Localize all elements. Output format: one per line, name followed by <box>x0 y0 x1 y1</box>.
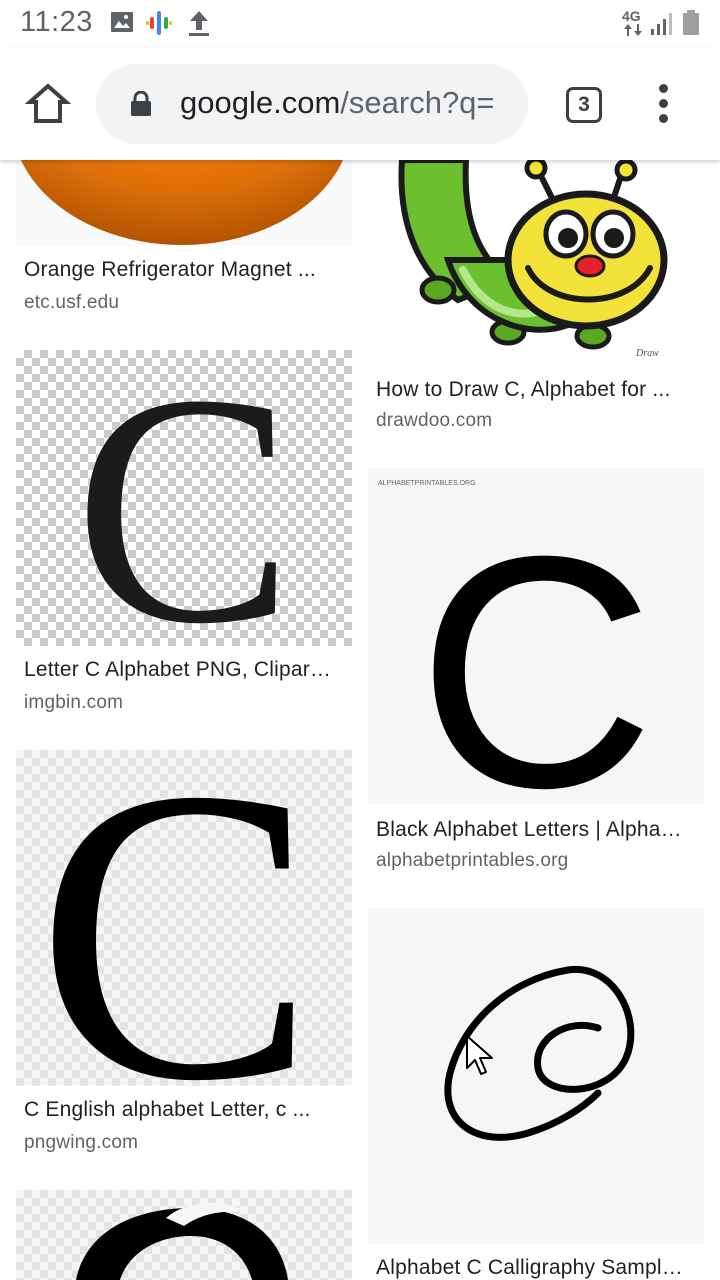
result-source: drawdoo.com <box>376 410 493 431</box>
result-image[interactable] <box>16 160 352 246</box>
tab-switcher-button[interactable]: 3 <box>566 87 602 123</box>
tab-count: 3 <box>578 93 590 116</box>
result-image[interactable]: C <box>16 350 352 646</box>
result-title[interactable]: C English alphabet Letter, c ... <box>24 1098 346 1122</box>
lock-icon <box>131 91 151 116</box>
svg-text:C: C <box>74 350 294 646</box>
image-caption: ALPHABETPRINTABLES.ORG <box>378 480 476 487</box>
signal-icon <box>651 13 672 35</box>
status-time: 11:23 <box>20 6 93 38</box>
mouse-cursor-icon <box>466 1035 493 1075</box>
result-title[interactable]: Orange Refrigerator Magnet ... <box>24 258 346 282</box>
result-source: alphabetprintables.org <box>376 850 569 871</box>
result-title[interactable]: Black Alphabet Letters | Alpha… <box>376 818 698 842</box>
address-bar[interactable]: google.com/search?q= <box>96 64 528 144</box>
image-results-grid: Orange Refrigerator Magnet ... etc.usf.e… <box>0 160 720 1280</box>
podcasts-icon <box>146 11 172 35</box>
network-4g-icon: 4G <box>622 8 641 24</box>
result-title[interactable]: Alphabet C Calligraphy Sampl… <box>376 1256 698 1280</box>
result-image[interactable] <box>368 908 704 1244</box>
svg-text:C: C <box>417 487 655 804</box>
url-host: google.com <box>180 85 341 120</box>
more-vert-icon[interactable] <box>652 84 676 124</box>
result-card[interactable]: ALPHABETPRINTABLES.ORG C Black Alphabet … <box>368 468 704 878</box>
url-path: /search?q= <box>340 85 495 120</box>
result-source: etc.usf.edu <box>24 292 120 313</box>
result-card[interactable]: C C English alphabet Letter, c ... pngwi… <box>16 750 352 1153</box>
upload-icon <box>189 11 209 36</box>
result-card[interactable]: C Letter C Alphabet PNG, Clipar… imgbin.… <box>16 350 352 720</box>
result-title[interactable]: Letter C Alphabet PNG, Clipar… <box>24 658 346 682</box>
result-card[interactable] <box>16 1190 352 1280</box>
result-card[interactable]: Alphabet C Calligraphy Sampl… <box>368 908 704 1280</box>
battery-icon <box>683 10 699 35</box>
result-card[interactable]: Orange Refrigerator Magnet ... etc.usf.e… <box>16 160 352 330</box>
result-source: imgbin.com <box>24 692 124 713</box>
result-image[interactable]: Draw <box>368 160 704 364</box>
result-title[interactable]: How to Draw C, Alphabet for ... <box>376 378 698 402</box>
result-image[interactable]: ALPHABETPRINTABLES.ORG C <box>368 468 704 804</box>
home-icon[interactable] <box>24 80 72 128</box>
svg-text:C: C <box>36 750 316 1086</box>
image-icon <box>111 12 133 32</box>
data-arrows-icon <box>624 24 642 36</box>
result-source: pngwing.com <box>24 1132 139 1153</box>
result-image[interactable]: C <box>16 750 352 1086</box>
image-watermark: Draw <box>635 348 659 359</box>
url-text: google.com/search?q= <box>180 85 520 121</box>
browser-toolbar: google.com/search?q= 3 <box>0 48 720 160</box>
result-image[interactable] <box>16 1190 352 1280</box>
status-bar: 11:23 4G <box>0 0 720 48</box>
result-card[interactable]: Draw How to Draw C, Alphabet for ... dra… <box>368 160 704 450</box>
